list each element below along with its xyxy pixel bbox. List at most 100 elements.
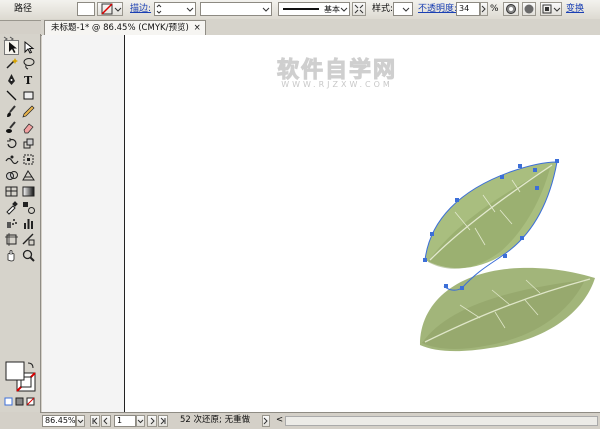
- chevron-down-icon: [262, 7, 270, 12]
- opacity-input[interactable]: 34: [456, 2, 480, 16]
- page-field[interactable]: 1: [114, 415, 136, 427]
- symbol-sprayer-tool-button[interactable]: [4, 216, 19, 231]
- mesh-tool-button[interactable]: [4, 184, 19, 199]
- shape-builder-tool-button[interactable]: [4, 168, 19, 183]
- last-page-button[interactable]: [158, 415, 168, 427]
- rotate-icon: [7, 138, 17, 149]
- zoom-tool-button[interactable]: [21, 248, 36, 263]
- opacity-dropdown-button[interactable]: [480, 2, 488, 16]
- stroke-swatch[interactable]: [97, 2, 123, 16]
- variable-width-select[interactable]: [200, 2, 272, 16]
- eraser-tool-button[interactable]: [21, 120, 36, 135]
- brush-options-button[interactable]: [352, 2, 366, 16]
- document-tab-title: 未标题-1* @ 86.45% (CMYK/预览): [51, 23, 189, 33]
- pencil-tool-button[interactable]: [21, 104, 36, 119]
- align-button[interactable]: [540, 2, 562, 16]
- fill-stroke-icon: [5, 361, 36, 392]
- type-tool-button[interactable]: T: [21, 72, 36, 87]
- scale-tool-button[interactable]: [21, 136, 36, 151]
- selection-tool-button[interactable]: [4, 40, 19, 55]
- percent-sign: %: [490, 4, 499, 14]
- chevron-right-icon: [481, 5, 486, 13]
- watermark-url: WWW.RJZXW.COM: [281, 80, 393, 89]
- no-stroke-icon: [101, 3, 122, 15]
- magic-wand-icon: [6, 58, 18, 69]
- expand-icon: [354, 4, 364, 14]
- first-page-button[interactable]: [90, 415, 100, 427]
- pasteboard: [42, 35, 124, 412]
- column-graph-tool-button[interactable]: [21, 216, 36, 231]
- opacity-value: 34: [459, 4, 470, 13]
- stroke-weight-select[interactable]: [154, 2, 196, 16]
- next-page-button[interactable]: [147, 415, 157, 427]
- direct-selection-icon: [24, 40, 35, 54]
- zoom-value: 86.45%: [45, 416, 76, 425]
- chevron-down-icon: [77, 419, 84, 424]
- lower-leaf[interactable]: [420, 267, 595, 352]
- prev-page-button[interactable]: [101, 415, 111, 427]
- close-icon[interactable]: ×: [194, 21, 201, 35]
- zoom-dropdown[interactable]: [76, 415, 85, 427]
- control-bar: 路径 描边: 基本 样式: 不透明度: 34 % 变换: [0, 0, 600, 21]
- gradient-icon: [22, 186, 35, 197]
- graphic-style-select[interactable]: [393, 2, 413, 16]
- horizontal-scrollbar[interactable]: [285, 416, 598, 426]
- warp-icon: [5, 155, 19, 165]
- chevron-right-icon: [263, 417, 268, 425]
- rotate-tool-button[interactable]: [4, 136, 19, 151]
- fill-stroke-swatches[interactable]: [4, 360, 38, 394]
- warp-tool-button[interactable]: [4, 152, 19, 167]
- align-icon: [542, 4, 561, 14]
- chevron-down-icon: [137, 419, 144, 424]
- fill-swatch[interactable]: [77, 2, 95, 16]
- stroke-link[interactable]: 描边:: [130, 4, 151, 15]
- column-graph-icon: [24, 219, 33, 229]
- shape-builder-icon: [6, 171, 18, 180]
- direct-selection-tool-button[interactable]: [21, 40, 36, 55]
- recolor-button[interactable]: [503, 2, 519, 16]
- control-bar-title: 路径: [14, 4, 33, 14]
- leaves-artwork[interactable]: [400, 150, 600, 365]
- blend-tool-button[interactable]: [21, 200, 36, 215]
- free-transform-tool-button[interactable]: [21, 152, 36, 167]
- zoom-icon: [22, 249, 35, 262]
- magic-wand-tool-button[interactable]: [4, 56, 19, 71]
- blob-brush-tool-button[interactable]: [4, 120, 19, 135]
- color-mode-buttons[interactable]: [4, 396, 38, 408]
- lasso-tool-button[interactable]: [21, 56, 36, 71]
- hand-tool-button[interactable]: [4, 248, 19, 263]
- scale-icon: [23, 138, 34, 149]
- page-value: 1: [117, 416, 123, 425]
- zoom-field[interactable]: 86.45%: [42, 415, 76, 427]
- blend-icon: [23, 202, 35, 214]
- gradient-tool-button[interactable]: [21, 184, 36, 199]
- document-setup-button[interactable]: [522, 2, 536, 16]
- svg-text:T: T: [24, 74, 33, 87]
- status-menu-button[interactable]: [262, 415, 270, 427]
- scroll-left-arrow[interactable]: <: [276, 415, 283, 426]
- color-mode-icon: [4, 397, 35, 406]
- page-dropdown[interactable]: [136, 415, 145, 427]
- hand-icon: [7, 250, 15, 262]
- slice-icon: [22, 233, 35, 246]
- opacity-link[interactable]: 不透明度:: [418, 4, 457, 15]
- artboard-edge: [124, 35, 125, 412]
- document-tab[interactable]: 未标题-1* @ 86.45% (CMYK/预览) ×: [44, 20, 206, 35]
- artboard-tool-button[interactable]: [4, 232, 19, 247]
- mesh-icon: [5, 186, 18, 197]
- rectangle-tool-button[interactable]: [21, 88, 36, 103]
- perspective-icon: [22, 170, 35, 181]
- eyedropper-icon: [6, 201, 18, 215]
- pencil-icon: [22, 105, 35, 118]
- perspective-tool-button[interactable]: [21, 168, 36, 183]
- blob-brush-icon: [6, 121, 16, 133]
- pen-tool-button[interactable]: [4, 72, 19, 87]
- paintbrush-tool-button[interactable]: [4, 104, 19, 119]
- slice-tool-button[interactable]: [21, 232, 36, 247]
- eyedropper-tool-button[interactable]: [4, 200, 19, 215]
- eraser-icon: [23, 123, 34, 134]
- type-icon: T: [24, 74, 33, 87]
- brush-definition-select[interactable]: 基本: [278, 2, 350, 16]
- line-tool-button[interactable]: [4, 88, 19, 103]
- transform-link[interactable]: 变换: [566, 4, 584, 15]
